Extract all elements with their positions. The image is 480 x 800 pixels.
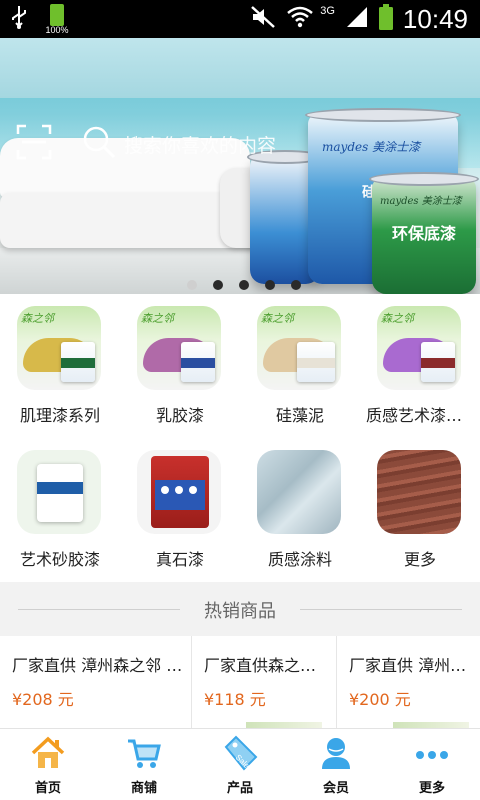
wood-texture-icon [377,450,461,534]
tab-label: 会员 [322,781,349,796]
primer-bucket-image: maydes 美涂士漆 环保底漆 [369,172,479,294]
pagination-dot[interactable] [291,280,301,290]
latex-paint-product-icon: 森之邻 [137,306,221,390]
texture-paint-product-icon: 森之邻 [17,306,101,390]
bucket-brand-text: maydes 美涂士漆 [322,140,421,154]
tab-member[interactable]: 会员 [288,729,384,800]
battery-full-icon: 100% [45,4,70,35]
bucket-label: 环保底漆 [391,224,456,243]
product-name: 厂家直供森之邻 乳胶漆 [204,656,328,675]
more-dots-icon [414,735,450,771]
product-name: 厂家直供 漳州森之邻 [349,656,472,675]
network-type-label: 3G [320,5,335,17]
stone-paint-can-icon [137,450,221,534]
pagination-dot[interactable] [213,280,223,290]
category-label: 质感艺术漆系列 [366,406,479,425]
section-title: 热销商品 [204,601,276,622]
tab-label: 商铺 [130,781,157,796]
tab-label: 更多 [418,781,445,796]
bottom-tab-bar: 首页 商铺 Sale 产品 会员 更多 [0,728,480,800]
pagination-dot[interactable] [265,280,275,290]
product-price: ¥200 元 [349,690,411,709]
member-person-icon [318,735,354,771]
category-label: 肌理漆系列 [19,406,100,425]
category-item-sand-paint[interactable]: 艺术砂胶漆 [0,438,120,582]
status-bar: 100% 3G 10:49 [0,0,480,38]
signal-strength-icon [345,5,369,33]
category-item-art-paint[interactable]: 森之邻 质感艺术漆系列 [360,294,480,438]
product-name: 厂家直供 漳州森之邻 肌理漆 [12,656,183,675]
pagination-dot[interactable] [187,280,197,290]
mute-icon [250,5,276,33]
category-item-diatom-mud[interactable]: 森之邻 硅藻泥 [240,294,360,438]
category-label: 艺术砂胶漆 [19,550,100,569]
product-price: ¥118 元 [204,690,266,709]
tab-shops[interactable]: 商铺 [96,729,192,800]
category-item-latex-paint[interactable]: 森之邻 乳胶漆 [120,294,240,438]
product-card[interactable]: 厂家直供森之邻 乳胶漆 ¥118 元 [192,636,337,728]
art-paint-product-icon: 森之邻 [377,306,461,390]
tab-home[interactable]: 首页 [0,729,96,800]
wifi-icon [286,6,314,32]
scan-icon[interactable] [16,124,52,160]
shopping-cart-icon [126,735,162,771]
battery-percent-label: 100% [45,25,69,35]
search-bar[interactable]: 搜索你喜欢的内容 [82,124,276,164]
clock: 10:49 [402,3,468,34]
hot-products-list: 厂家直供 漳州森之邻 肌理漆 ¥208 元 厂家直供森之邻 乳胶漆 ¥118 元… [0,636,480,728]
category-label: 乳胶漆 [155,406,204,425]
category-item-stone-paint[interactable]: 真石漆 [120,438,240,582]
battery-icon [378,4,393,34]
category-label: 更多 [403,550,436,569]
bucket-brand-text: maydes 美涂士漆 [380,196,462,207]
search-icon [82,125,116,163]
hot-products-header: 热销商品 [0,582,480,636]
category-item-textured-coating[interactable]: 质感涂料 [240,438,360,582]
search-placeholder: 搜索你喜欢的内容 [124,134,277,157]
pagination-dot[interactable] [239,280,249,290]
promo-banner[interactable]: maydes 美涂士漆 硅藻泥 maydes 美涂士漆 环保底漆 搜索你喜欢的内… [0,38,480,294]
diatom-mud-product-icon: 森之邻 [257,306,341,390]
banner-pagination [187,280,301,290]
sale-tag-icon: Sale [222,735,258,771]
category-label: 真石漆 [155,550,204,569]
tab-more[interactable]: 更多 [384,729,480,800]
product-card[interactable]: 厂家直供 漳州森之邻 肌理漆 ¥208 元 [0,636,192,728]
divider [300,609,462,610]
sand-paint-bucket-icon [17,450,101,534]
category-label: 质感涂料 [267,550,332,569]
product-card[interactable]: 厂家直供 漳州森之邻 ¥200 元 [337,636,480,728]
tab-label: 产品 [226,781,253,796]
category-item-texture-paint[interactable]: 森之邻 肌理漆系列 [0,294,120,438]
category-label: 硅藻泥 [275,406,324,425]
usb-icon [10,4,28,34]
textured-coating-icon [257,450,341,534]
tab-label: 首页 [34,781,61,796]
home-icon [30,735,66,771]
tab-products[interactable]: Sale 产品 [192,729,288,800]
category-grid: 森之邻 肌理漆系列 森之邻 乳胶漆 森之邻 硅藻泥 森之邻 质感艺术漆系列 艺术… [0,294,480,582]
product-price: ¥208 元 [12,690,74,709]
category-item-more[interactable]: 更多 [360,438,480,582]
